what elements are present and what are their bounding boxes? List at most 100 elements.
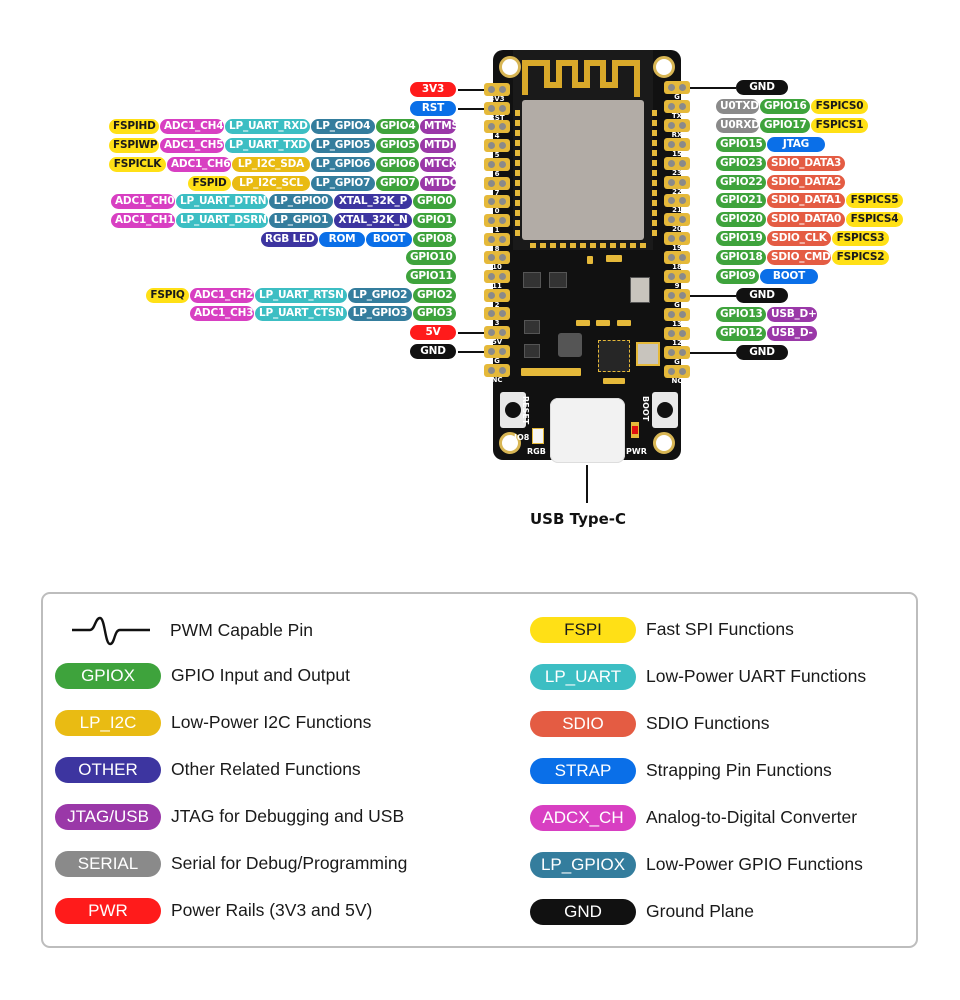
usb-type-c-port[interactable] [550,398,625,463]
pin-label-gpio: GPIO7 [376,175,419,191]
pin-label-gpio: GPIO23 [716,155,766,171]
pwm-wave-icon [458,137,480,153]
pwm-wave-icon [458,249,480,265]
pin-lead-line [458,107,484,110]
pin-label-adc: ADC1_CH6 [167,156,231,172]
legend-item-lp-uart: LP_UART Low-Power UART Functions [530,664,930,690]
castellation-pad [652,230,657,236]
pin-label-lp-gpio: LP_GPIO1 [269,212,333,228]
pin-label-lp-gpio: LP_GPIO2 [348,287,412,303]
legend-badge: LP_I2C [55,710,161,736]
pwr-silk-label: PWR [626,447,647,456]
castellation-pad [640,243,646,248]
pin-label-serial: U0RXD [716,117,760,133]
legend-item-serial: SERIAL Serial for Debug/Programming [55,851,455,877]
pin-label-fspi: FSPICS5 [846,193,903,209]
usb-callout-line [586,465,588,503]
castellation-pad [530,243,536,248]
pin-label-adc: ADC1_CH5 [160,138,224,154]
pin-label-strap: JTAG [767,136,825,152]
pin-label-pwr: 5V [410,325,456,341]
legend-badge: LP_GPIOX [530,852,636,878]
legend-item-other: OTHER Other Related Functions [55,757,455,783]
castellation-pad [600,243,606,248]
legend-badge: LP_UART [530,664,636,690]
legend-text: GPIO Input and Output [171,665,350,685]
resistor-array [521,368,581,376]
legend-text: Strapping Pin Functions [646,760,832,780]
reset-silk-label: RESET [521,396,530,425]
pin-label-adc: ADC1_CH1 [111,212,175,228]
castellation-pad [652,210,657,216]
smd-part [576,320,590,326]
pwm-wave-icon [692,117,714,133]
mount-hole [653,56,675,78]
pin-label-lp-i2c: LP_I2C_SCL [232,175,310,191]
castellation-pad [515,120,520,126]
pin-label-lp-gpio: LP_GPIO5 [311,138,375,154]
pin-label-gpio: GPIO15 [716,136,766,152]
castellation-pad [515,190,520,196]
legend-badge: PWR [55,898,161,924]
mount-hole [499,56,521,78]
io8-silk-label: IO8 [514,433,530,442]
pin-label-jtag-usb: USB_D+ [767,306,817,322]
legend-badge: STRAP [530,758,636,784]
pin-label-gnd: GND [736,344,788,360]
pwm-wave-icon [458,175,480,191]
pin-label-gpio: GPIO6 [376,156,419,172]
pwm-wave-icon [692,136,714,152]
transistor-chip [524,320,540,334]
pwm-wave-icon [458,118,480,134]
pin-label-fspi: FSPID [188,175,231,191]
pin-label-fspi: FSPICS1 [811,117,868,133]
pwm-wave-icon [458,212,480,228]
pin-label-gpio: GPIO21 [716,193,766,209]
pin-silk-label: NC [491,375,503,384]
legend-badge: JTAG/USB [55,804,161,830]
pin-label-lp-uart: LP_UART_CTSN [255,306,347,322]
pin-label-sdio: SDIO_DATA0 [767,212,845,228]
pin-label-lp-gpio: LP_GPIO7 [311,175,375,191]
legend-item-pwr: PWR Power Rails (3V3 and 5V) [55,898,455,924]
legend-text: Analog-to-Digital Converter [646,807,858,827]
pin-label-gpio: GPIO4 [376,119,419,135]
legend-badge: FSPI [530,617,636,643]
legend-panel: PWM Capable Pin GPIOX GPIO Input and Outp… [41,592,918,948]
pin-label-gpio: GPIO5 [376,138,419,154]
pin-label-fspi: FSPICLK [109,156,166,172]
pin-label-adc: ADC1_CH4 [160,119,224,135]
castellation-pad [652,110,657,116]
legend-badge: GPIOX [55,663,161,689]
regulator-chip [523,272,541,288]
pin-label-gpio: GPIO12 [716,325,766,341]
pin-label-gpio: GPIO1 [413,212,456,228]
pin-label-lp-uart: LP_UART_TXD [225,138,310,154]
castellation-pad [515,220,520,226]
pwm-wave-icon [692,192,714,208]
castellation-pad [590,243,596,248]
castellation-pad [652,130,657,136]
boot-button[interactable] [652,392,678,428]
pin-label-gpio: GPIO11 [406,269,456,284]
pin-label-gpio: GPIO8 [413,231,456,247]
pin-label-gpio: GPIO3 [413,306,456,322]
pin-label-gpio: GPIO19 [716,231,766,247]
pin-label-gpio: GPIO10 [406,250,456,266]
crystal [636,342,660,366]
legend-badge: ADCX_CH [530,805,636,831]
legend-item-gpio: GPIOX GPIO Input and Output [55,663,455,689]
castellation-pad [652,160,657,166]
castellation-pad [652,170,657,176]
pwm-wave-icon [692,98,714,114]
pin-label-gpio: GPIO20 [716,212,766,228]
pin-label-sdio: SDIO_CMD [767,250,831,266]
pwm-wave-icon [72,616,150,646]
pin-label-lp-gpio: LP_GPIO3 [348,306,412,322]
castellation-pad [515,230,520,236]
pin-label-sdio: SDIO_CLK [767,231,831,247]
pin-label-gnd: GND [736,80,788,95]
pin-label-lp-gpio: LP_GPIO4 [311,119,375,135]
pin-label-strap: BOOT [760,269,818,284]
pin-label-gnd: GND [736,287,788,303]
